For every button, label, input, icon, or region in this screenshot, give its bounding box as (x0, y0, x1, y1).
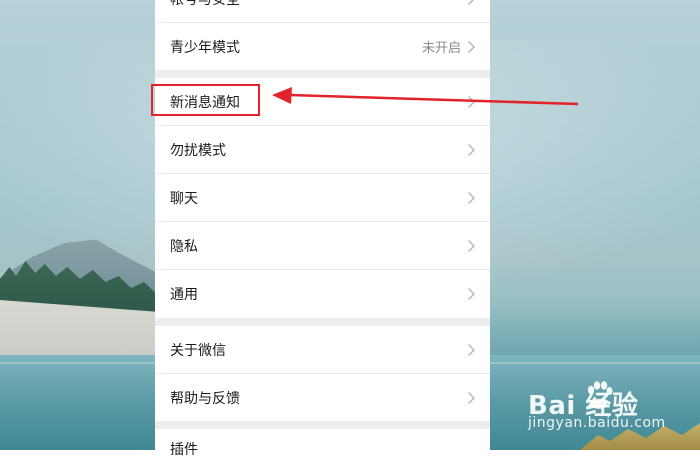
baidu-jingyan-watermark: Bai 经验 jingyan.baidu.com (528, 381, 678, 435)
chevron-right-icon (467, 391, 476, 405)
settings-item-value: 未开启 (421, 41, 461, 56)
settings-item-label: 青少年模式 (170, 39, 240, 56)
chevron-right-icon (467, 343, 476, 357)
settings-item-label: 通用 (170, 287, 198, 303)
settings-item-label: 帐号与安全 (170, 0, 467, 9)
settings-item-do-not-disturb[interactable]: 勿扰模式 (155, 126, 490, 173)
chevron-right-icon (467, 40, 476, 54)
settings-item-account-security[interactable]: 帐号与安全 (155, 0, 490, 22)
settings-panel: 帐号与安全 青少年模式 未开启 新消息通知 勿扰模式 聊天 隐私 (155, 0, 490, 476)
settings-item-label: 插件 (170, 442, 198, 458)
annotation-highlight-box (151, 84, 260, 116)
settings-item-chat[interactable]: 聊天 (155, 174, 490, 221)
settings-item-plugins[interactable]: 插件 (155, 429, 490, 476)
settings-item-teen-mode[interactable]: 青少年模式 未开启 (155, 23, 490, 70)
settings-item-privacy[interactable]: 隐私 (155, 222, 490, 269)
settings-item-help-feedback[interactable]: 帮助与反馈 (155, 374, 490, 421)
settings-item-label: 勿扰模式 (170, 142, 226, 159)
settings-item-label: 关于微信 (170, 342, 226, 359)
settings-item-label: 帮助与反馈 (170, 390, 240, 407)
chevron-right-icon (467, 191, 476, 205)
settings-item-about-wechat[interactable]: 关于微信 (155, 326, 490, 373)
paw-icon (587, 381, 613, 409)
chevron-right-icon (467, 95, 476, 109)
watermark-url: jingyan.baidu.com (528, 415, 666, 431)
chevron-right-icon (467, 287, 476, 301)
settings-item-general[interactable]: 通用 (155, 270, 490, 318)
chevron-right-icon (467, 239, 476, 253)
chevron-right-icon (467, 0, 476, 6)
chevron-right-icon (467, 143, 476, 157)
settings-item-label: 聊天 (170, 190, 198, 207)
settings-item-label: 隐私 (170, 238, 198, 255)
